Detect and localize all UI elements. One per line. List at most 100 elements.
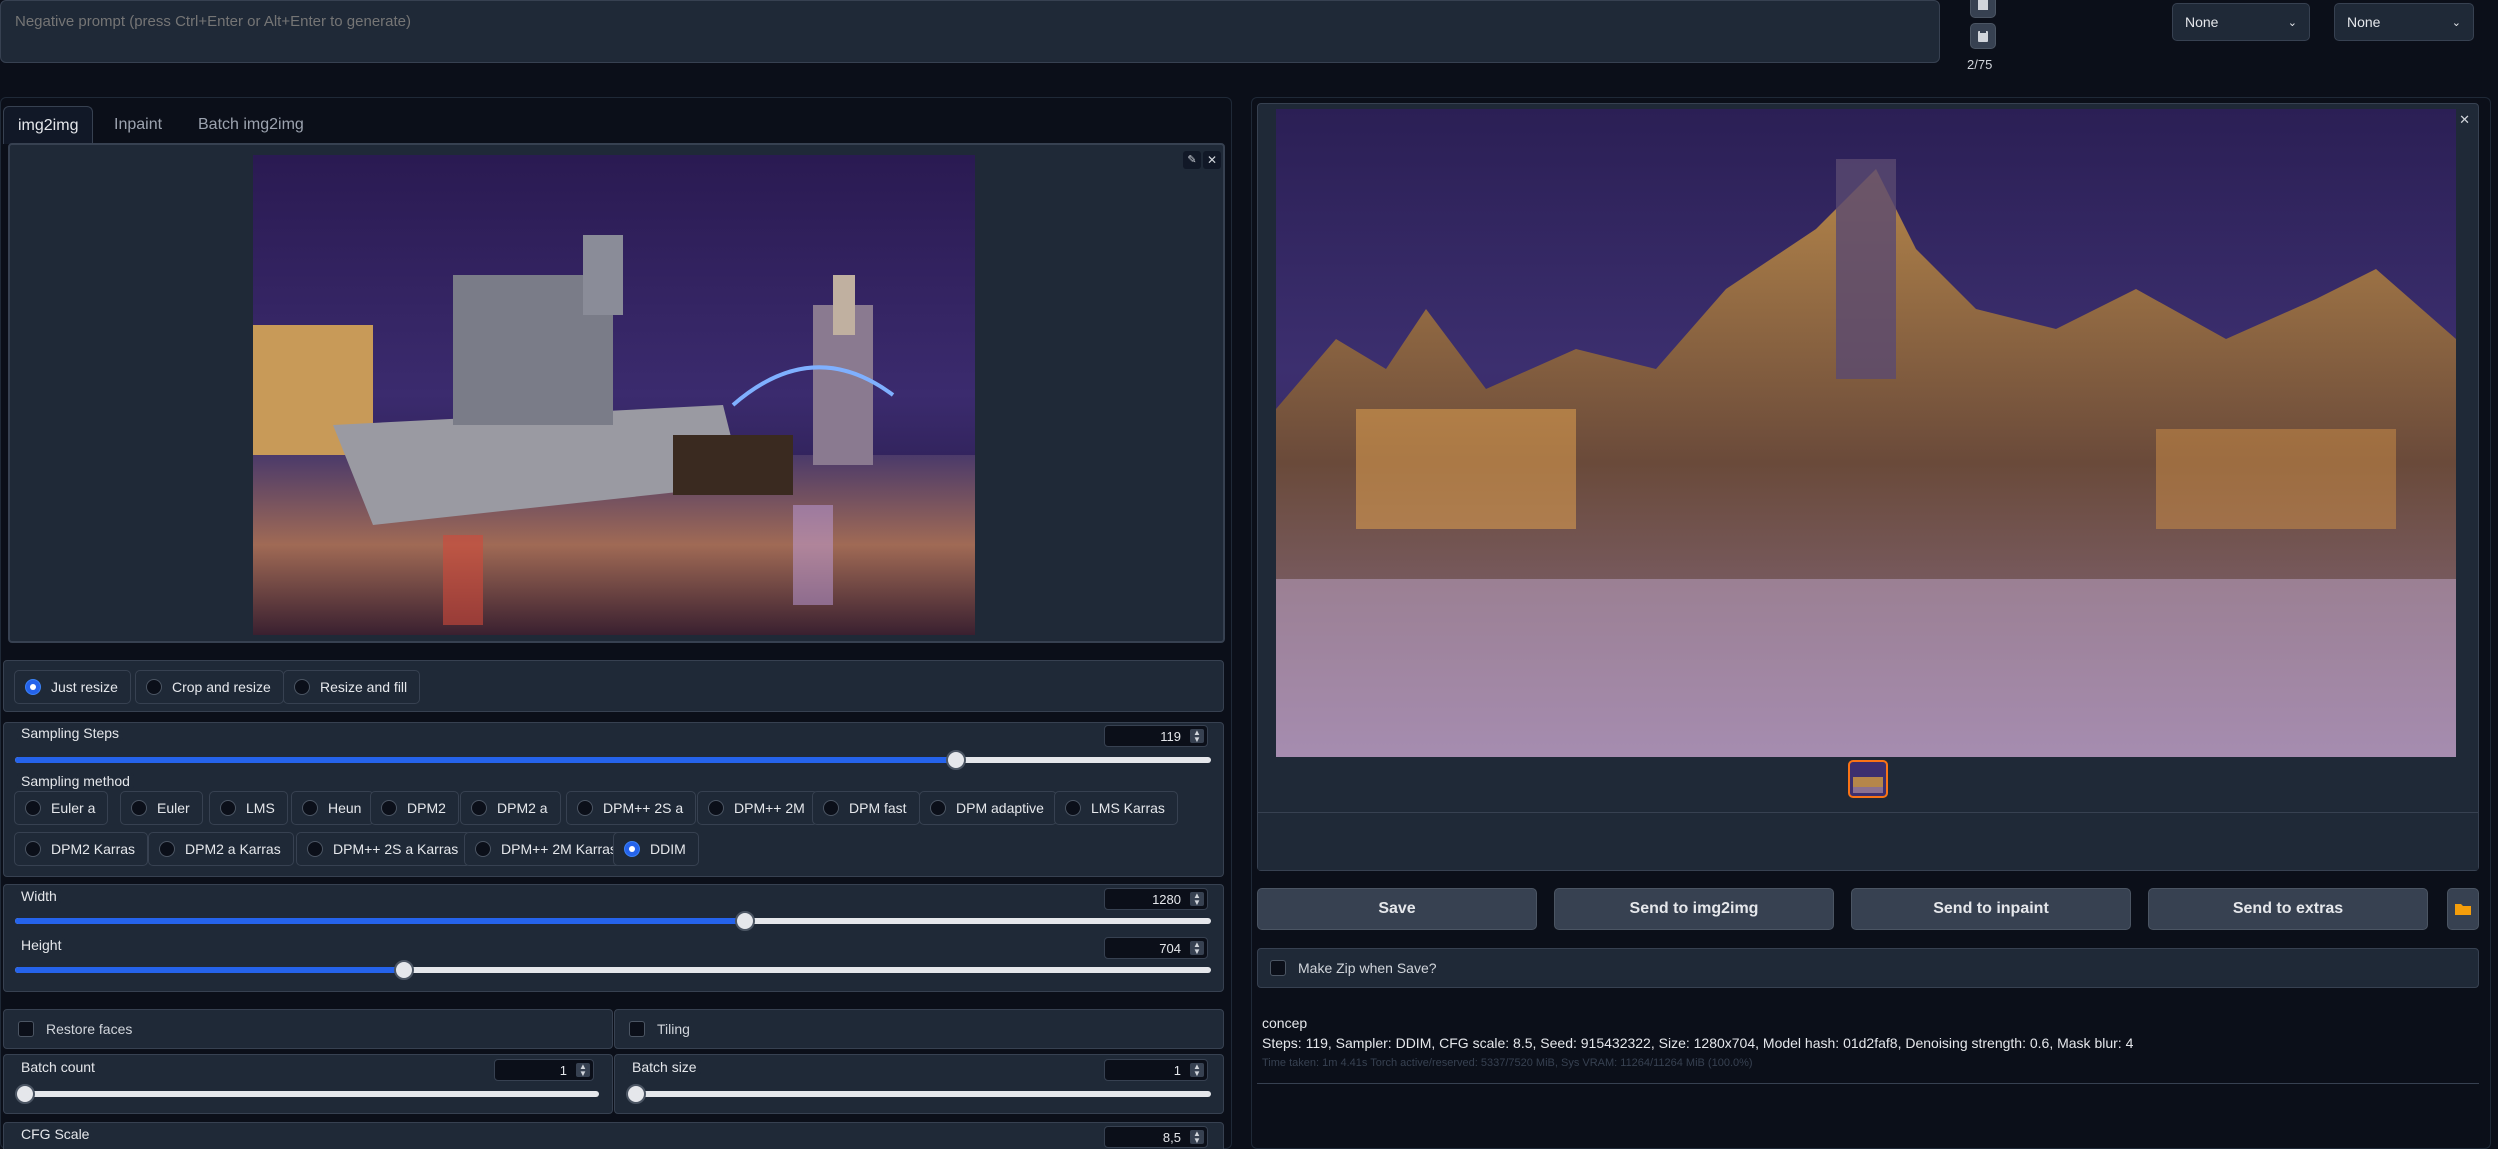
edit-icon[interactable]: ✎ (1183, 151, 1201, 169)
slider-fill (15, 918, 745, 924)
style2-value: None (2347, 14, 2381, 30)
tiling-toggle[interactable]: Tiling (614, 1009, 1224, 1049)
style1-value: None (2185, 14, 2219, 30)
restore-faces-toggle[interactable]: Restore faces (3, 1009, 613, 1049)
spinner-icon[interactable]: ▲ ▼ (1190, 729, 1204, 744)
close-icon[interactable]: ✕ (2459, 112, 2470, 128)
sampler-option[interactable]: DPM2 (370, 791, 459, 825)
info-timing: Time taken: 1m 4.41s Torch active/reserv… (1262, 1057, 1753, 1069)
sampler-option[interactable]: DPM++ 2S a Karras (296, 832, 472, 866)
slider-thumb[interactable] (15, 1084, 35, 1104)
sampler-label: DPM2 Karras (51, 841, 136, 857)
resize-and-fill[interactable]: Resize and fill (283, 670, 421, 704)
batch-size-label: Batch size (628, 1059, 701, 1075)
sampler-option[interactable]: DPM++ 2M (697, 791, 818, 825)
output-gallery: ✕ (1257, 103, 2479, 871)
tab-img2img[interactable]: img2img (3, 106, 94, 144)
slider-fill (15, 967, 404, 973)
resize-label: Just resize (51, 679, 118, 695)
sampler-label: DPM++ 2S a Karras (333, 841, 459, 857)
restore-faces-checkbox[interactable] (18, 1021, 34, 1037)
sampler-label: DPM fast (849, 800, 907, 816)
width-slider[interactable] (15, 911, 1211, 931)
radio-dot (475, 841, 491, 857)
spinner-icon[interactable]: ▲ ▼ (1190, 941, 1204, 956)
sampler-label: DPM++ 2M Karras (501, 841, 617, 857)
close-icon[interactable]: ✕ (1203, 151, 1221, 169)
send-to-img2img-button[interactable]: Send to img2img (1554, 888, 1834, 930)
radio-dot (381, 800, 397, 816)
spinner-icon[interactable]: ▲ ▼ (1190, 1130, 1204, 1145)
send-to-inpaint-button[interactable]: Send to inpaint (1851, 888, 2131, 930)
sampler-option[interactable]: LMS Karras (1054, 791, 1178, 825)
height-slider[interactable] (15, 960, 1211, 980)
tiling-checkbox[interactable] (629, 1021, 645, 1037)
open-folder-button[interactable] (2447, 888, 2479, 930)
style2-select[interactable]: None ⌄ (2334, 3, 2474, 41)
style1-select[interactable]: None ⌄ (2172, 3, 2310, 41)
save-style-button[interactable] (1970, 0, 1996, 18)
slider-thumb[interactable] (393, 960, 414, 980)
batch-count-slider[interactable] (15, 1084, 599, 1104)
output-image[interactable] (1276, 109, 2456, 757)
sampling-steps-label: Sampling Steps (17, 725, 124, 741)
gallery-thumbnail[interactable] (1848, 760, 1888, 798)
sampling-steps-input[interactable]: 119 ▲ ▼ (1104, 725, 1208, 747)
image-input-area[interactable]: ✎ ✕ (8, 143, 1225, 643)
spinner-icon[interactable]: ▲ ▼ (1190, 892, 1204, 907)
height-input[interactable]: 704 ▲ ▼ (1104, 937, 1208, 959)
spinner-icon[interactable]: ▲ ▼ (576, 1063, 590, 1078)
folder-icon (2455, 904, 2471, 915)
sampler-option[interactable]: DPM adaptive (919, 791, 1057, 825)
tab-batch-img2img[interactable]: Batch img2img (184, 106, 318, 144)
paste-button[interactable] (1970, 23, 1996, 49)
slider-thumb[interactable] (734, 911, 755, 931)
radio-dot (25, 679, 41, 695)
sampler-option[interactable]: DDIM (613, 832, 699, 866)
width-input[interactable]: 1280 ▲ ▼ (1104, 888, 1208, 910)
sampler-label: DPM2 a (497, 800, 548, 816)
sampler-label: DPM2 a Karras (185, 841, 281, 857)
batch-size-input[interactable]: 1 ▲ ▼ (1104, 1059, 1208, 1081)
sampler-option[interactable]: DPM2 a Karras (148, 832, 294, 866)
make-zip-checkbox[interactable] (1270, 960, 1286, 976)
make-zip-toggle[interactable]: Make Zip when Save? (1257, 948, 2479, 988)
sampler-option[interactable]: LMS (209, 791, 288, 825)
generation-info: concep Steps: 119, Sampler: DDIM, CFG sc… (1257, 1013, 2479, 1083)
radio-dot (131, 800, 147, 816)
save-icon (1978, 0, 1988, 10)
gallery-footer (1258, 812, 2478, 870)
tab-inpaint[interactable]: Inpaint (100, 106, 176, 144)
sampler-option[interactable]: Euler (120, 791, 203, 825)
sampler-option[interactable]: Heun (291, 791, 375, 825)
save-button[interactable]: Save (1257, 888, 1537, 930)
radio-dot (823, 800, 839, 816)
sampler-option[interactable]: DPM2 a (460, 791, 561, 825)
resize-just-resize[interactable]: Just resize (14, 670, 131, 704)
sampler-option[interactable]: DPM++ 2S a (566, 791, 697, 825)
sampler-label: Euler (157, 800, 190, 816)
batch-size-slider[interactable] (626, 1084, 1211, 1104)
send-to-extras-button[interactable]: Send to extras (2148, 888, 2428, 930)
batch-count-input[interactable]: 1 ▲ ▼ (494, 1059, 594, 1081)
radio-dot (159, 841, 175, 857)
sampler-label: Heun (328, 800, 362, 816)
batch-count-label: Batch count (17, 1059, 99, 1075)
sampler-label: DDIM (650, 841, 686, 857)
slider-thumb[interactable] (626, 1084, 646, 1104)
radio-dot (577, 800, 593, 816)
negative-prompt-input[interactable] (0, 0, 1940, 63)
cfg-scale-input[interactable]: 8,5 ▲ ▼ (1104, 1126, 1208, 1148)
sampler-option[interactable]: Euler a (14, 791, 109, 825)
divider (1257, 1083, 2479, 1084)
cfg-scale-label: CFG Scale (17, 1126, 94, 1142)
sampler-option[interactable]: DPM fast (812, 791, 920, 825)
sampling-steps-slider[interactable] (15, 750, 1211, 770)
slider-fill (15, 757, 957, 763)
sampler-option[interactable]: DPM2 Karras (14, 832, 149, 866)
resize-crop-and-resize[interactable]: Crop and resize (135, 670, 284, 704)
batch-size-value: 1 (1173, 1062, 1181, 1078)
spinner-icon[interactable]: ▲ ▼ (1190, 1063, 1204, 1078)
sampler-option[interactable]: DPM++ 2M Karras (464, 832, 630, 866)
batch-count-value: 1 (559, 1062, 567, 1078)
